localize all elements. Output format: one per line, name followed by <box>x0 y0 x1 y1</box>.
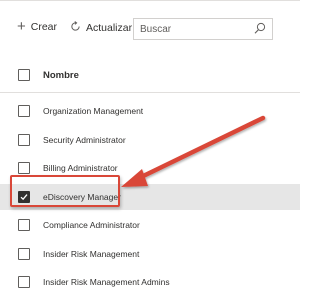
annotation-arrow <box>121 115 266 187</box>
